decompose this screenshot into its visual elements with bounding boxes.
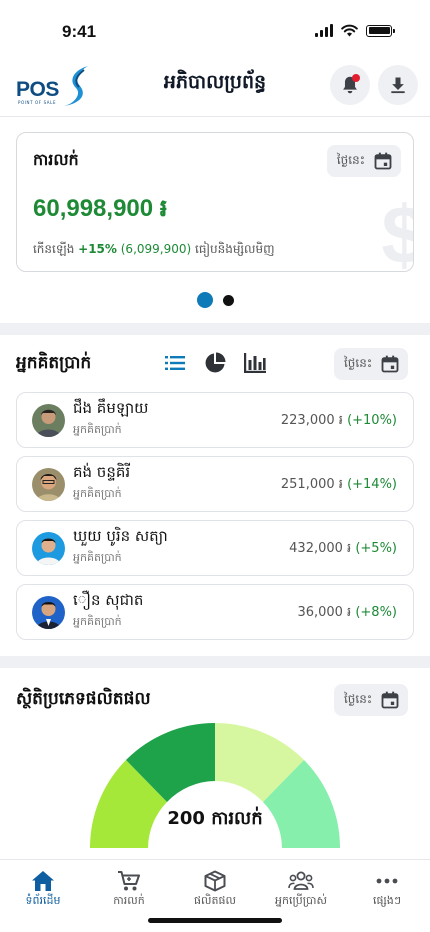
calendar-icon (381, 691, 399, 709)
tab-home[interactable]: ទំព័រដើម (0, 870, 86, 910)
cashier-row[interactable]: ឿន សុជាត អ្នកគិតប្រាក់ 36,000 ៛ (+8%) (16, 584, 414, 640)
growth-prefix: កើនឡើង (33, 242, 75, 256)
cashier-amount-value: 223,000 ៛ (280, 413, 343, 428)
header-divider (0, 116, 430, 117)
cashier-amount-value: 251,000 ៛ (280, 477, 343, 492)
battery-icon (366, 24, 395, 37)
tab-label: អ្នកប្រើប្រាស់ (275, 894, 327, 907)
cashier-row[interactable]: គង់ ចន្ទគិរី អ្នកគិតប្រាក់ 251,000 ៛ (+1… (16, 456, 414, 512)
cashier-role: អ្នកគិតប្រាក់ (73, 423, 122, 436)
pie-chart-icon (205, 352, 226, 373)
pie-view-button[interactable] (204, 352, 226, 374)
tab-label: ការលក់ (113, 894, 145, 907)
bar-view-button[interactable] (244, 352, 266, 374)
product-gauge-chart (89, 722, 341, 848)
tab-products[interactable]: ផលិតផល (172, 870, 258, 910)
cashier-row[interactable]: ឃួយ បូរិន សត្យា អ្នកគិតប្រាក់ 432,000 ៛ … (16, 520, 414, 576)
pager-dot-active[interactable] (196, 292, 213, 308)
box-icon (204, 870, 226, 892)
date-filter-label: ថ្ងៃនេះ (344, 356, 373, 370)
sales-date-filter[interactable]: ថ្ងៃនេះ (326, 145, 401, 177)
home-indicator[interactable] (148, 918, 282, 923)
bar-chart-icon (244, 353, 266, 373)
cashier-amount: 223,000 ៛ (+10%) (281, 412, 397, 431)
signal-icon (315, 24, 333, 37)
tab-label: ទំព័រដើម (25, 894, 61, 907)
section-divider (0, 323, 430, 335)
cashier-row[interactable]: ជឹង គឹមឡាយ អ្នកគិតប្រាក់ 223,000 ៛ (+10%… (16, 392, 414, 448)
sales-summary-card[interactable]: $ ការលក់ ថ្ងៃនេះ 60,998,900 ៛ កើនឡើង +15… (16, 132, 414, 272)
cashier-change: (+10%) (347, 413, 397, 428)
tab-label: ផ្សេងៗ (373, 894, 401, 907)
cashier-amount: 251,000 ៛ (+14%) (281, 476, 397, 495)
cashier-amount-value: 36,000 ៛ (297, 605, 352, 620)
cashier-change: (+8%) (355, 605, 397, 620)
cart-icon (118, 871, 140, 891)
cashier-amount: 432,000 ៛ (+5%) (289, 540, 397, 559)
cashier-name: ជឹង គឹមឡាយ (73, 399, 149, 417)
growth-amount: (6,099,900) (120, 242, 192, 256)
more-icon (376, 878, 398, 884)
app-header: POS POINT OF SALE អភិបាលប្រព័ន្ធ (0, 58, 430, 114)
notification-badge (352, 74, 360, 82)
product-stats-title: ស្ថិតិប្រភេទផលិតផល (16, 689, 151, 709)
cashier-name: ឃួយ បូរិន សត្យា (73, 527, 168, 545)
sales-card-title: ការលក់ (33, 150, 79, 169)
avatar (32, 596, 65, 629)
cashier-role: អ្នកគិតប្រាក់ (73, 487, 122, 500)
cashiers-date-filter[interactable]: ថ្ងៃនេះ (334, 348, 409, 380)
dollar-watermark-icon: $ (381, 189, 413, 271)
pager-dot[interactable] (222, 294, 234, 306)
growth-suffix: ធៀបនិងម្សិលមិញ (195, 242, 275, 256)
tab-users[interactable]: អ្នកប្រើប្រាស់ (258, 870, 344, 910)
tab-label: ផលិតផល (194, 894, 236, 907)
download-button[interactable] (378, 65, 418, 105)
gauge-center-label: 200 ការលក់ (167, 808, 263, 829)
users-icon (288, 871, 314, 890)
growth-percent: +15% (78, 242, 117, 256)
home-icon (32, 871, 54, 891)
tab-more[interactable]: ផ្សេងៗ (344, 870, 430, 910)
calendar-icon (381, 355, 399, 373)
cashier-role: អ្នកគិតប្រាក់ (73, 551, 122, 564)
avatar (32, 468, 65, 501)
cashiers-title: អ្នកគិតប្រាក់ (16, 353, 92, 373)
avatar (32, 532, 65, 565)
carousel-pager (0, 292, 430, 308)
cashier-role: អ្នកគិតប្រាក់ (73, 615, 122, 628)
date-filter-label: ថ្ងៃនេះ (336, 153, 365, 167)
calendar-icon (374, 152, 392, 170)
list-icon (165, 356, 185, 370)
section-divider (0, 656, 430, 668)
cashier-amount: 36,000 ៛ (+8%) (297, 604, 397, 623)
cashier-change: (+5%) (355, 541, 397, 556)
status-bar: 9:41 (0, 0, 430, 60)
view-mode-switcher (164, 352, 266, 374)
cashier-change: (+14%) (347, 477, 397, 492)
notification-button[interactable] (330, 65, 370, 105)
cashier-name: គង់ ចន្ទគិរី (73, 463, 131, 481)
logo-subtext: POINT OF SALE (18, 100, 57, 105)
sales-growth-text: កើនឡើង +15% (6,099,900) ធៀបនិងម្សិលមិញ (33, 241, 275, 259)
cashier-name: ឿន សុជាត (73, 591, 144, 609)
cashier-amount-value: 432,000 ៛ (289, 541, 352, 556)
tab-sales[interactable]: ការលក់ (86, 870, 172, 910)
status-time: 9:41 (62, 22, 97, 41)
list-view-button[interactable] (164, 352, 186, 374)
avatar (32, 404, 65, 437)
wifi-icon (341, 24, 358, 37)
date-filter-label: ថ្ងៃនេះ (344, 692, 373, 706)
status-icons (315, 24, 395, 37)
sales-amount: 60,998,900 ៛ (33, 195, 168, 222)
download-icon (391, 77, 405, 94)
